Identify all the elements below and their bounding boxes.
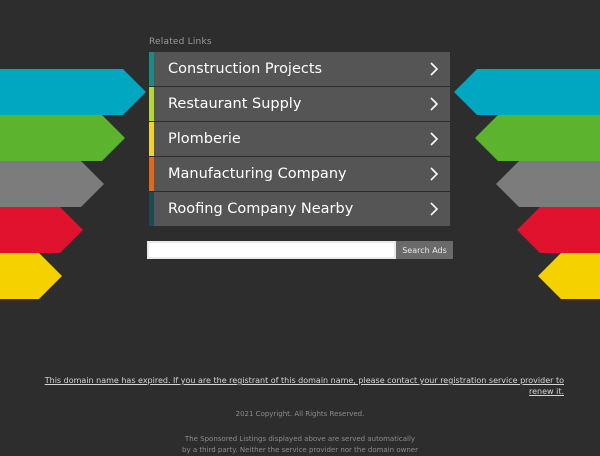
left-arrow-red: [0, 207, 83, 253]
related-link-label: Restaurant Supply: [168, 96, 302, 112]
search-ads-button[interactable]: Search Ads: [396, 241, 453, 259]
search-input[interactable]: [147, 241, 396, 259]
left-arrow-yellow-shape: [0, 253, 62, 299]
left-arrow-yellow: [0, 253, 62, 299]
related-link-plomberie[interactable]: Plomberie: [149, 122, 450, 156]
related-link-label: Construction Projects: [168, 61, 323, 77]
chevron-right-icon: [430, 97, 439, 111]
right-arrow-green: [475, 115, 600, 161]
related-link-label: Plomberie: [168, 131, 241, 147]
left-arrow-green: [0, 115, 125, 161]
right-arrow-red: [517, 207, 600, 253]
related-link-roofing-company-nearby[interactable]: Roofing Company Nearby: [149, 192, 450, 226]
related-link-manufacturing-company[interactable]: Manufacturing Company: [149, 157, 450, 191]
related-link-construction-projects[interactable]: Construction Projects: [149, 52, 450, 86]
disclaimer-text: The Sponsored Listings displayed above a…: [0, 434, 600, 456]
related-link-label: Roofing Company Nearby: [168, 201, 354, 217]
related-links-title: Related Links: [149, 37, 212, 47]
left-arrow-green-shape: [0, 115, 125, 161]
right-arrow-gray-shape: [496, 161, 600, 207]
right-arrow-green-shape: [475, 115, 600, 161]
related-links-list: Construction Projects Restaurant Supply …: [149, 52, 450, 227]
related-link-label: Manufacturing Company: [168, 166, 347, 182]
right-arrow-yellow: [538, 253, 600, 299]
disclaimer-line-1: The Sponsored Listings displayed above a…: [184, 435, 416, 443]
right-arrow-red-shape: [517, 207, 600, 253]
left-arrow-gray-shape: [0, 161, 104, 207]
left-arrow-gray: [0, 161, 104, 207]
chevron-right-icon: [430, 167, 439, 181]
chevron-right-icon: [430, 202, 439, 216]
left-arrow-cyan-shape: [0, 69, 146, 115]
domain-expired-link[interactable]: This domain name has expired. If you are…: [30, 375, 564, 397]
disclaimer-line-2: by a third party. Neither the service pr…: [182, 446, 418, 454]
left-arrow-cyan: [0, 69, 146, 115]
right-arrow-gray: [496, 161, 600, 207]
right-arrow-cyan-shape: [454, 69, 600, 115]
chevron-right-icon: [430, 132, 439, 146]
related-link-restaurant-supply[interactable]: Restaurant Supply: [149, 87, 450, 121]
left-arrow-red-shape: [0, 207, 83, 253]
search-ads-form: Search Ads: [147, 241, 453, 259]
chevron-right-icon: [430, 62, 439, 76]
copyright-text: 2021 Copyright. All Rights Reserved.: [235, 410, 365, 418]
right-arrow-cyan: [454, 69, 600, 115]
right-arrow-yellow-shape: [538, 253, 600, 299]
